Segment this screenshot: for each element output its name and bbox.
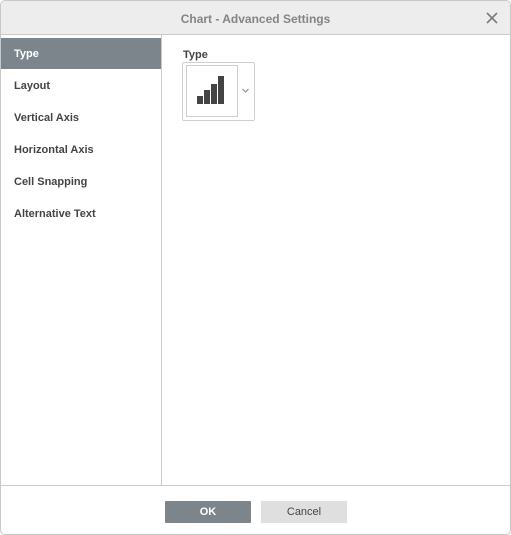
type-label: Type — [183, 49, 208, 61]
chevron-down-icon[interactable] — [242, 88, 249, 93]
settings-sidebar: Type Layout Vertical Axis Horizontal Axi… — [1, 35, 162, 485]
close-button[interactable] — [485, 11, 499, 25]
dialog-title: Chart - Advanced Settings — [180, 12, 331, 26]
sidebar-item-label: Horizontal Axis — [14, 144, 94, 156]
sidebar-item-label: Vertical Axis — [14, 112, 80, 124]
sidebar-item-cell-snapping[interactable]: Cell Snapping — [1, 166, 161, 197]
type-panel: Type — [162, 35, 510, 485]
ok-button[interactable]: OK — [165, 501, 251, 523]
sidebar-item-label: Cell Snapping — [14, 176, 88, 188]
sidebar-item-alternative-text[interactable]: Alternative Text — [1, 198, 161, 229]
sidebar-item-vertical-axis[interactable]: Vertical Axis — [1, 102, 161, 133]
sidebar-item-layout[interactable]: Layout — [1, 70, 161, 101]
chart-type-preview — [186, 65, 238, 117]
sidebar-item-type[interactable]: Type — [1, 38, 161, 69]
close-icon — [486, 12, 498, 24]
chart-type-picker[interactable] — [182, 62, 255, 121]
dialog-footer: OK Cancel — [1, 485, 510, 534]
sidebar-item-label: Layout — [14, 80, 51, 92]
cancel-button[interactable]: Cancel — [261, 501, 347, 523]
sidebar-item-label: Type — [14, 48, 39, 60]
advanced-settings-dialog: Chart - Advanced Settings Type Layout Ve… — [0, 0, 511, 535]
sidebar-item-label: Alternative Text — [14, 208, 96, 220]
dialog-header: Chart - Advanced Settings — [1, 1, 510, 35]
column-chart-icon — [197, 76, 224, 104]
sidebar-item-horizontal-axis[interactable]: Horizontal Axis — [1, 134, 161, 165]
